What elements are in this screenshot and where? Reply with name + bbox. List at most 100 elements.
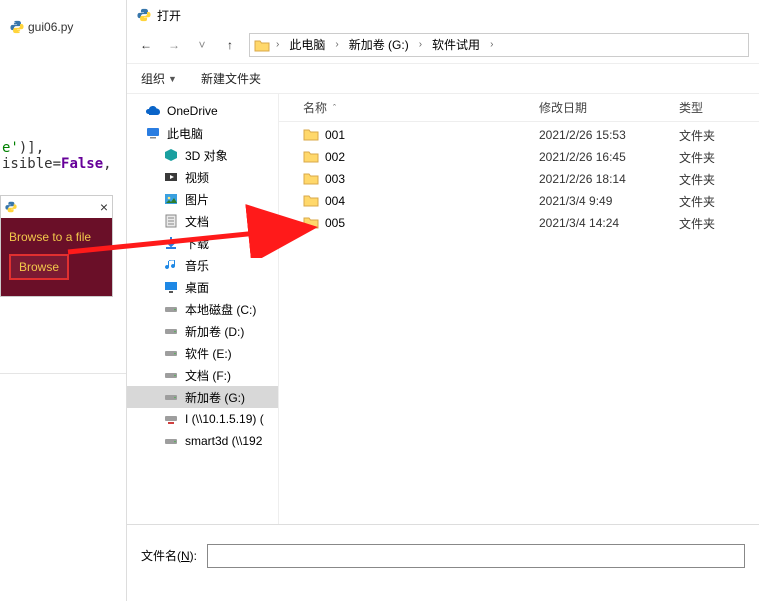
dialog-body: OneDrive 此电脑 3D 对象视频图片文档下载音乐桌面本地磁盘 (C:) 新加卷… [127,94,759,524]
drive-icon [163,301,179,317]
breadcrumb[interactable]: › 此电脑 › 新加卷 (G:) › 软件试用 › [249,33,749,57]
sort-asc-icon: ˆ [333,103,336,113]
tree-item-label: 视频 [185,169,209,186]
file-name: 004 [325,194,345,208]
tree-item[interactable]: 3D 对象 [127,144,278,166]
onedrive-icon [145,103,161,119]
organize-label: 组织 [141,70,165,87]
file-open-dialog: 打开 ← → ˅ ↑ › 此电脑 › 新加卷 (G:) › 软件试用 › 组织 … [126,0,759,601]
drive-icon [163,345,179,361]
folder-icon [303,193,319,210]
folder-icon [303,215,319,232]
dialog-titlebar[interactable]: 打开 [127,0,759,26]
file-date: 2021/3/4 9:49 [539,194,679,208]
tree-item-label: 3D 对象 [185,147,228,164]
tree-item-label: smart3d (\\192 [185,434,262,448]
column-header-type[interactable]: 类型 [679,99,759,116]
app-window: × Browse to a file Browse [0,195,113,297]
breadcrumb-item[interactable]: 软件试用 [426,36,486,53]
python-icon [137,8,151,22]
tree-item[interactable]: 文档 (F:) [127,364,278,386]
tree-item[interactable]: 新加卷 (G:) [127,386,278,408]
app-body: Browse to a file Browse [1,218,112,296]
tree-item[interactable]: 文档 [127,210,278,232]
editor-area: gui06.py e')], isible=False, × Browse to… [0,0,126,601]
editor-tab[interactable]: gui06.py [10,20,73,34]
tree-item-label: 新加卷 (D:) [185,323,244,340]
app-titlebar[interactable]: × [1,196,112,218]
column-header-name[interactable]: 名称 ˆ [279,99,539,116]
file-rows: 0012021/2/26 15:53文件夹0022021/2/26 16:45文… [279,122,759,234]
tree-item[interactable]: 此电脑 [127,122,278,144]
music-icon [163,257,179,273]
folder-icon [303,171,319,188]
tree-item-label: 新加卷 (G:) [185,389,245,406]
file-type: 文件夹 [679,149,759,166]
file-listing: 名称 ˆ 修改日期 类型 0012021/2/26 15:53文件夹002202… [279,94,759,524]
tree-item[interactable]: 本地磁盘 (C:) [127,298,278,320]
tree-item-label: I (\\10.1.5.19) ( [185,412,264,426]
chevron-down-icon: ▼ [168,74,177,84]
tree-item[interactable]: 桌面 [127,276,278,298]
organize-menu[interactable]: 组织 ▼ [141,70,177,87]
new-folder-label: 新建文件夹 [201,70,261,87]
breadcrumb-item[interactable]: 此电脑 [283,36,331,53]
chevron-right-icon[interactable]: › [417,39,424,50]
file-type: 文件夹 [679,215,759,232]
nav-forward-button[interactable]: → [165,38,183,52]
chevron-right-icon[interactable]: › [274,39,281,50]
folder-icon [303,127,319,144]
tree-item-label: OneDrive [167,104,218,118]
table-row[interactable]: 005 2021/3/4 14:24文件夹 [279,212,759,234]
video-icon [163,169,179,185]
file-type: 文件夹 [679,127,759,144]
file-name: 003 [325,172,345,186]
file-name: 005 [325,216,345,230]
browse-button[interactable]: Browse [9,254,69,280]
tree-item-label: 音乐 [185,257,209,274]
file-name: 001 [325,128,345,142]
tree-item[interactable]: I (\\10.1.5.19) ( [127,408,278,430]
nav-back-button[interactable]: ← [137,38,155,52]
filename-input[interactable] [207,544,745,568]
tree-item-label: 图片 [185,191,209,208]
tree-item[interactable]: smart3d (\\192 [127,430,278,452]
file-date: 2021/3/4 14:24 [539,216,679,230]
tree-item[interactable]: 新加卷 (D:) [127,320,278,342]
folder-icon [303,149,319,166]
filename-label: 文件名(N): [141,547,197,564]
desktop-icon [163,279,179,295]
tree-item[interactable]: 图片 [127,188,278,210]
drive-icon [163,367,179,383]
editor-tab-label: gui06.py [28,20,73,34]
table-row[interactable]: 0032021/2/26 18:14文件夹 [279,168,759,190]
table-row[interactable]: 0042021/3/4 9:49文件夹 [279,190,759,212]
3d-icon [163,147,179,163]
table-row[interactable]: 0012021/2/26 15:53文件夹 [279,124,759,146]
chevron-right-icon[interactable]: › [488,39,495,50]
tree-item[interactable]: 视频 [127,166,278,188]
close-icon[interactable]: × [100,199,108,215]
tree-item-label: 此电脑 [167,125,203,142]
navigation-tree[interactable]: OneDrive 此电脑 3D 对象视频图片文档下载音乐桌面本地磁盘 (C:) 新加卷… [127,94,279,524]
table-row[interactable]: 0022021/2/26 16:45文件夹 [279,146,759,168]
column-header-date[interactable]: 修改日期 [539,99,679,116]
drive-icon [163,433,179,449]
nav-up-button[interactable]: ↑ [221,38,239,52]
breadcrumb-item[interactable]: 新加卷 (G:) [343,36,415,53]
tree-item[interactable]: 音乐 [127,254,278,276]
divider [0,373,126,374]
python-icon [5,201,17,213]
tree-item[interactable]: 软件 (E:) [127,342,278,364]
tree-item-label: 本地磁盘 (C:) [185,301,256,318]
folder-icon [254,38,272,52]
file-type: 文件夹 [679,171,759,188]
code-editor[interactable]: e')], isible=False, [0,140,126,172]
chevron-right-icon[interactable]: › [333,39,340,50]
new-folder-button[interactable]: 新建文件夹 [201,70,261,87]
tree-item[interactable]: 下载 [127,232,278,254]
column-headers: 名称 ˆ 修改日期 类型 [279,94,759,122]
nav-recent-button[interactable]: ˅ [193,38,211,52]
tree-item[interactable]: OneDrive [127,100,278,122]
tree-item-label: 下载 [185,235,209,252]
